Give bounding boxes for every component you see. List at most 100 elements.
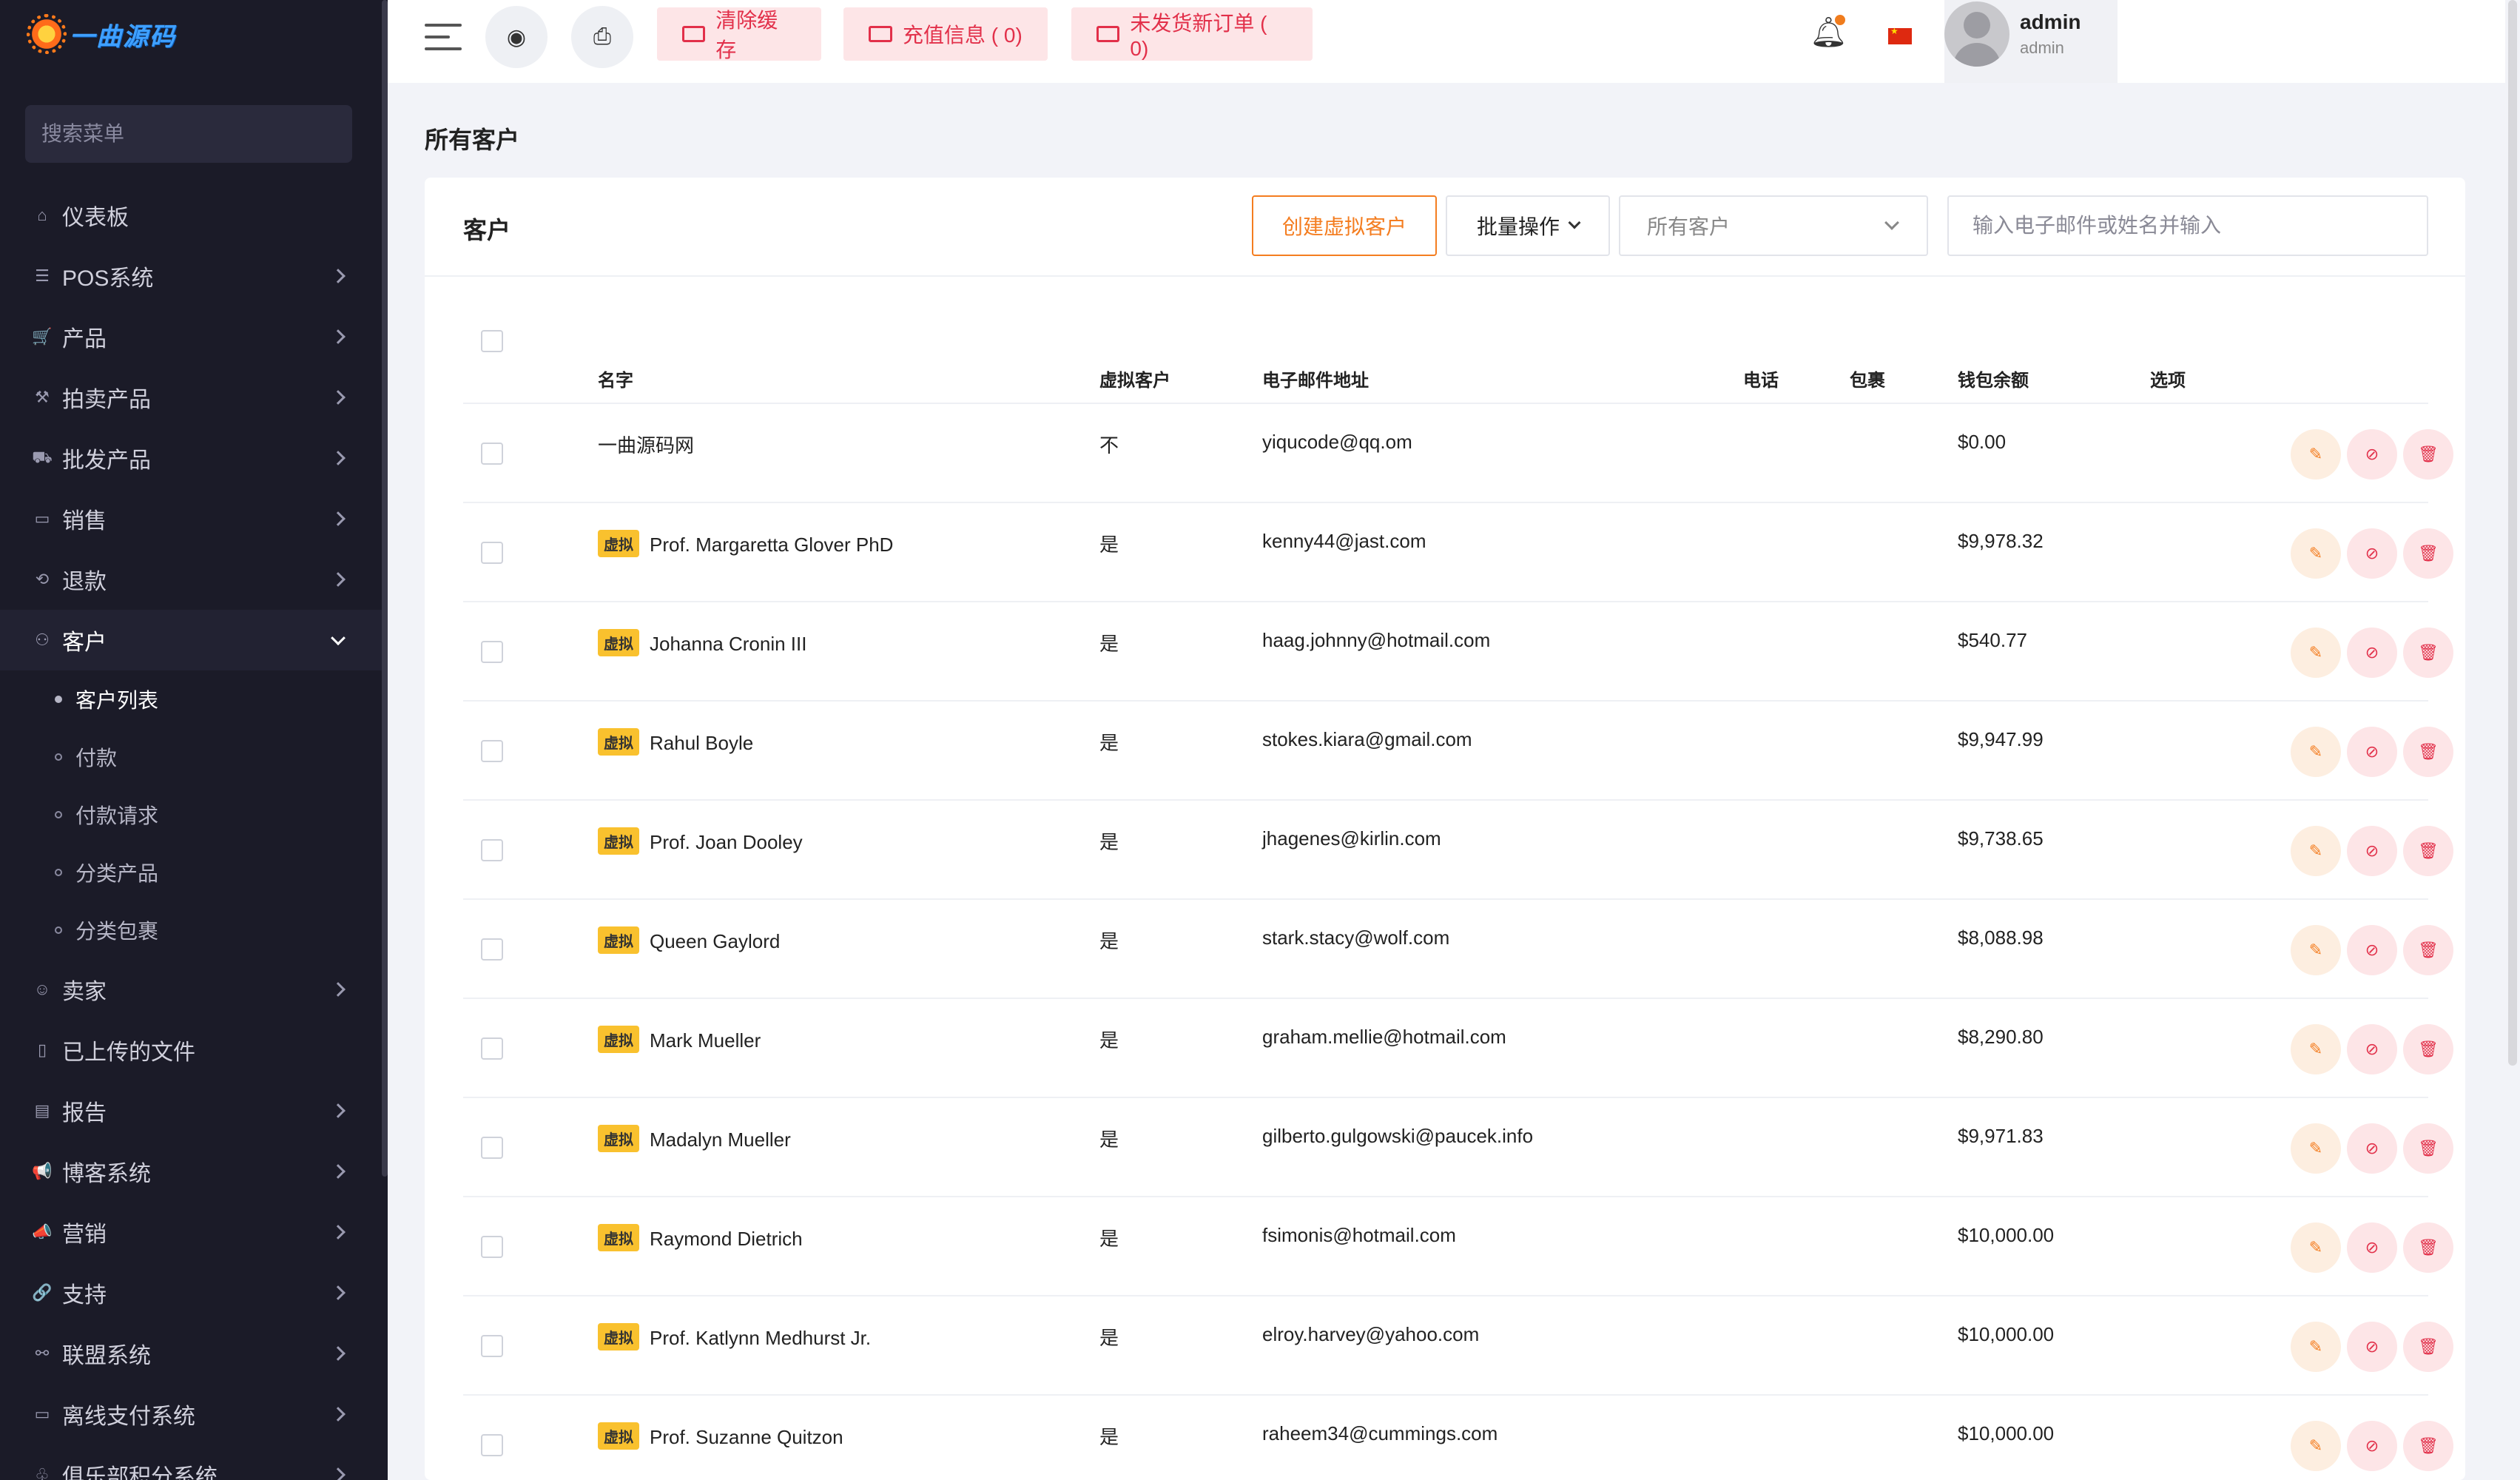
ban-user-icon[interactable]: ⊘ — [2347, 1024, 2397, 1074]
sidebar-subitem-label: 分类产品 — [75, 862, 159, 885]
row-checkbox[interactable] — [481, 1236, 503, 1258]
sidebar-item[interactable]: 🔗 支持 — [0, 1262, 382, 1323]
ban-user-icon[interactable]: ⊘ — [2347, 925, 2397, 975]
sidebar-menu: ⌂ 仪表板 ☰ POS系统 🛒 产品 ⚒ 拍卖产品 ⛟ 批发产品 ▭ 销售 ⟲ 退款 ⚇ 客户 客户列表 付款 付款… — [0, 185, 382, 1480]
ban-user-icon[interactable]: ⊘ — [2347, 1123, 2397, 1174]
ban-user-icon[interactable]: ⊘ — [2347, 1322, 2397, 1372]
sidebar-subitem[interactable]: 付款请求 — [0, 786, 382, 844]
trash-icon[interactable]: 🗑︎ — [2403, 1222, 2453, 1273]
sidebar-subitem[interactable]: 分类包裹 — [0, 901, 382, 959]
row-checkbox[interactable] — [481, 1434, 503, 1456]
sidebar-item[interactable]: ▤ 报告 — [0, 1080, 382, 1141]
edit-icon[interactable]: ✎ — [2291, 1222, 2341, 1273]
customer-filter-select[interactable]: 所有客户 — [1619, 195, 1928, 256]
report-icon: ▤ — [34, 1101, 50, 1120]
customer-search-input[interactable] — [1947, 195, 2428, 256]
row-checkbox[interactable] — [481, 1137, 503, 1159]
trash-icon[interactable]: 🗑︎ — [2403, 1322, 2453, 1372]
brand-logo[interactable]: 一曲源码 — [27, 13, 176, 55]
sidebar-subitem[interactable]: 分类产品 — [0, 844, 382, 901]
china-flag-icon[interactable] — [1888, 26, 1912, 44]
tray-icon — [682, 26, 706, 42]
select-all-checkbox[interactable] — [481, 330, 503, 352]
row-checkbox[interactable] — [481, 839, 503, 861]
ban-user-icon[interactable]: ⊘ — [2347, 1222, 2397, 1273]
ban-user-icon[interactable]: ⊘ — [2347, 826, 2397, 876]
sidebar-scrollbar[interactable] — [382, 0, 388, 1177]
sidebar-item[interactable]: ▯ 已上传的文件 — [0, 1020, 382, 1080]
globe-icon[interactable]: ◉ — [485, 6, 548, 68]
edit-icon[interactable]: ✎ — [2291, 628, 2341, 678]
trash-icon[interactable]: 🗑︎ — [2403, 1024, 2453, 1074]
sidebar-item[interactable]: 🛒 产品 — [0, 306, 382, 367]
cell-virtual: 是 — [1099, 1327, 1119, 1349]
row-checkbox[interactable] — [481, 641, 503, 663]
club-icon: ♧ — [35, 1465, 50, 1480]
sidebar-subitem[interactable]: 客户列表 — [0, 670, 382, 728]
edit-icon[interactable]: ✎ — [2291, 727, 2341, 777]
sidebar-subitem[interactable]: 付款 — [0, 728, 382, 786]
row-checkbox[interactable] — [481, 443, 503, 465]
sidebar-item[interactable]: ♧ 俱乐部积分系统 — [0, 1444, 382, 1480]
notification-dot — [1835, 15, 1845, 25]
edit-icon[interactable]: ✎ — [2291, 1421, 2341, 1471]
sidebar-search-input[interactable]: 搜索菜单 — [25, 105, 352, 163]
menu-toggle-icon[interactable] — [425, 22, 462, 52]
virtual-badge: 虚拟 — [598, 728, 639, 756]
header-virtual: 虚拟客户 — [1099, 371, 1170, 391]
edit-icon[interactable]: ✎ — [2291, 1123, 2341, 1174]
chevron-right-icon — [331, 1285, 346, 1300]
sidebar-item[interactable]: ⚯ 联盟系统 — [0, 1323, 382, 1384]
bullhorn-icon: 📣 — [32, 1222, 53, 1241]
row-checkbox[interactable] — [481, 1037, 503, 1060]
ban-user-icon[interactable]: ⊘ — [2347, 429, 2397, 480]
row-checkbox[interactable] — [481, 542, 503, 564]
sidebar-item-label: 博客系统 — [62, 1162, 151, 1186]
trash-icon[interactable]: 🗑︎ — [2403, 925, 2453, 975]
sidebar-item[interactable]: ▭ 离线支付系统 — [0, 1384, 382, 1444]
sidebar-item[interactable]: ⌂ 仪表板 — [0, 185, 382, 246]
sidebar-item[interactable]: ▭ 销售 — [0, 488, 382, 549]
unshipped-orders-button[interactable]: 未发货新订单 ( 0) — [1071, 7, 1313, 61]
trash-icon[interactable]: 🗑︎ — [2403, 1421, 2453, 1471]
create-virtual-customer-button[interactable]: 创建虚拟客户 — [1252, 195, 1437, 256]
trash-icon[interactable]: 🗑︎ — [2403, 727, 2453, 777]
sidebar-item[interactable]: ⚇ 客户 — [0, 610, 382, 670]
sidebar-item[interactable]: ⚒ 拍卖产品 — [0, 367, 382, 428]
cell-email: fsimonis@hotmail.com — [1262, 1224, 1456, 1246]
row-checkbox[interactable] — [481, 1335, 503, 1357]
ban-user-icon[interactable]: ⊘ — [2347, 1421, 2397, 1471]
sidebar-item[interactable]: ⟲ 退款 — [0, 549, 382, 610]
edit-icon[interactable]: ✎ — [2291, 528, 2341, 579]
trash-icon[interactable]: 🗑︎ — [2403, 429, 2453, 480]
row-checkbox[interactable] — [481, 740, 503, 762]
edit-icon[interactable]: ✎ — [2291, 429, 2341, 480]
edit-icon[interactable]: ✎ — [2291, 1024, 2341, 1074]
edit-icon[interactable]: ✎ — [2291, 1322, 2341, 1372]
ban-user-icon[interactable]: ⊘ — [2347, 528, 2397, 579]
bulk-action-label: 批量操作 — [1476, 215, 1560, 238]
sidebar-item[interactable]: ☰ POS系统 — [0, 246, 382, 306]
trash-icon[interactable]: 🗑︎ — [2403, 1123, 2453, 1174]
trash-icon[interactable]: 🗑︎ — [2403, 628, 2453, 678]
recharge-button[interactable]: 充值信息 ( 0) — [843, 7, 1048, 61]
bulk-action-button[interactable]: 批量操作 — [1446, 195, 1610, 256]
sidebar-item[interactable]: ⛟ 批发产品 — [0, 428, 382, 488]
edit-icon[interactable]: ✎ — [2291, 826, 2341, 876]
trash-icon[interactable]: 🗑︎ — [2403, 528, 2453, 579]
sidebar-item[interactable]: ☺ 卖家 — [0, 959, 382, 1020]
page-scrollbar[interactable] — [2508, 0, 2517, 1066]
sidebar-item[interactable]: 📣 营销 — [0, 1202, 382, 1262]
sidebar-item[interactable]: 📢 博客系统 — [0, 1141, 382, 1202]
row-checkbox[interactable] — [481, 938, 503, 961]
printer-icon[interactable]: ⎙ — [571, 6, 633, 68]
cell-virtual: 是 — [1099, 732, 1119, 754]
sidebar-item-label: 报告 — [62, 1101, 107, 1126]
edit-icon[interactable]: ✎ — [2291, 925, 2341, 975]
trash-icon[interactable]: 🗑︎ — [2403, 826, 2453, 876]
ban-user-icon[interactable]: ⊘ — [2347, 628, 2397, 678]
cell-email: graham.mellie@hotmail.com — [1262, 1026, 1506, 1048]
avatar[interactable] — [1944, 1, 2009, 67]
ban-user-icon[interactable]: ⊘ — [2347, 727, 2397, 777]
clear-cache-button[interactable]: 清除缓存 — [657, 7, 821, 61]
